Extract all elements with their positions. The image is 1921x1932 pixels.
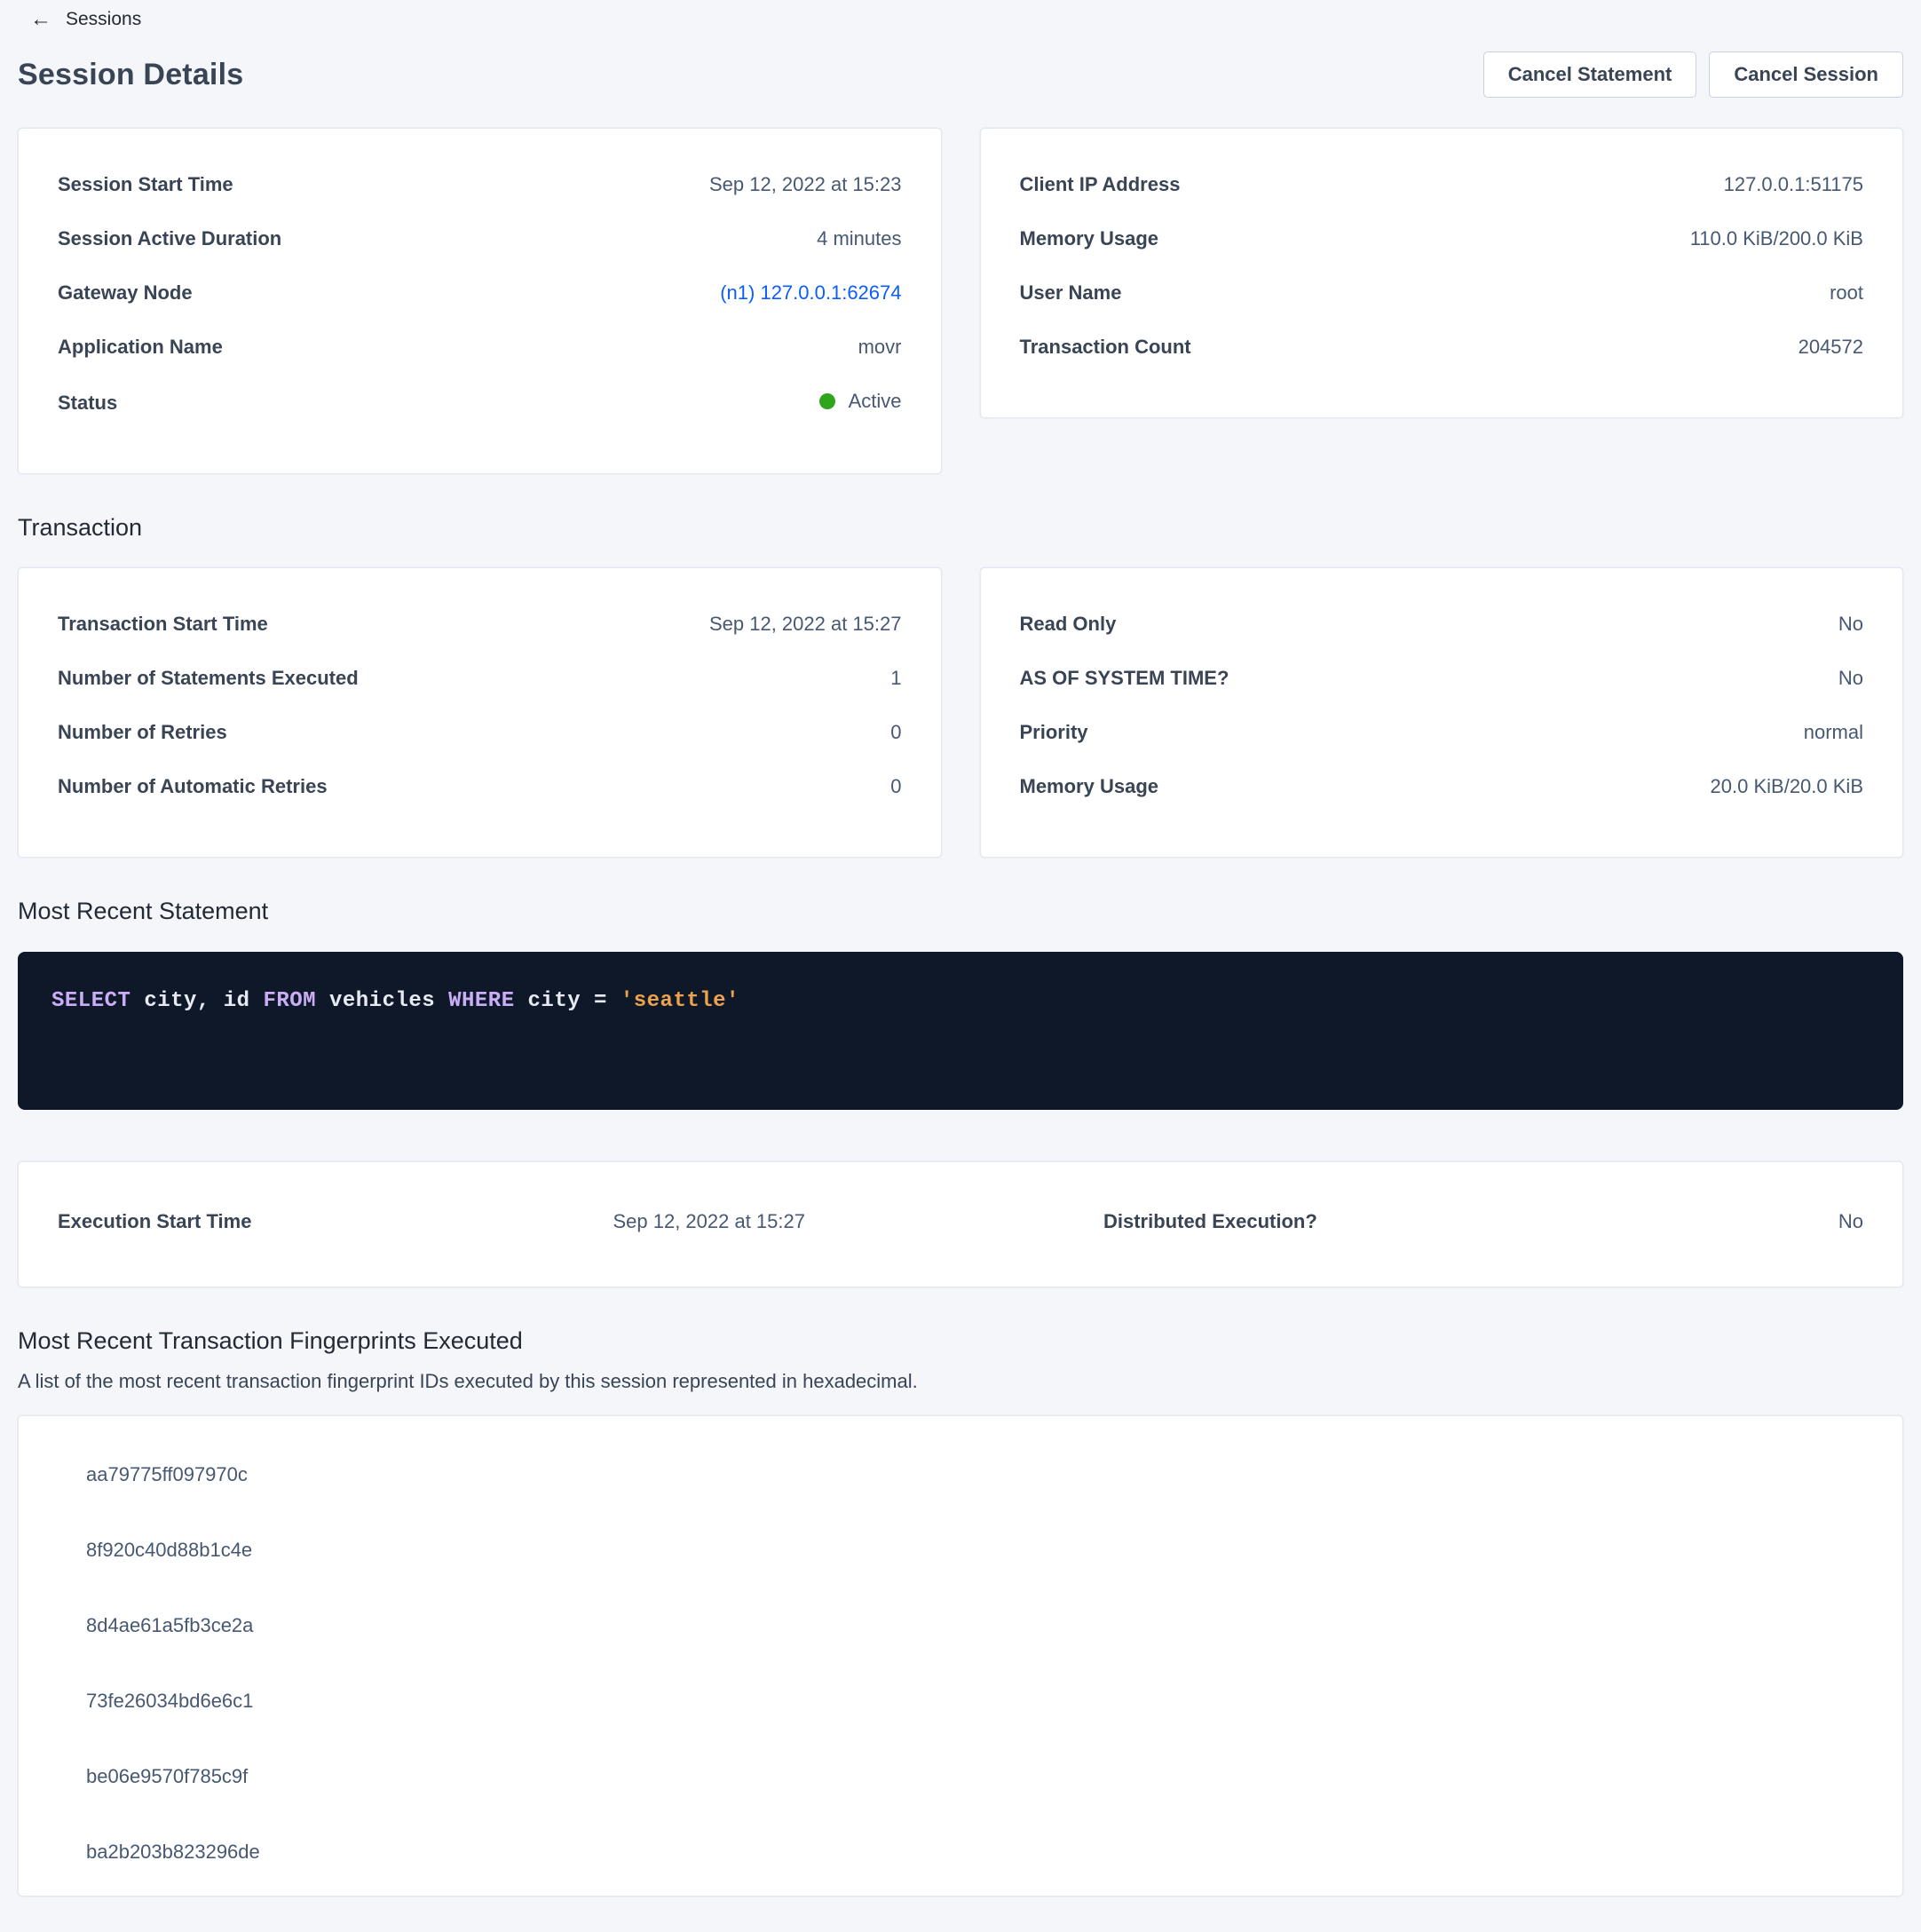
transaction-info-card: Transaction Start Time Sep 12, 2022 at 1… (18, 567, 942, 858)
detail-label: Number of Retries (58, 719, 227, 746)
fingerprint-item: ba2b203b823296de (86, 1839, 1863, 1865)
detail-value: No (1838, 1208, 1863, 1235)
detail-row-application-name: Application Name movr (58, 334, 902, 360)
detail-value: 1 (890, 665, 901, 692)
status-active-dot-icon (819, 393, 835, 409)
sql-string-literal: 'seattle' (621, 989, 739, 1013)
fingerprint-item: 8f920c40d88b1c4e (86, 1537, 1863, 1564)
sql-text: vehicles (316, 989, 448, 1013)
detail-row-status: Status Active (58, 388, 902, 416)
fingerprint-item: be06e9570f785c9f (86, 1763, 1863, 1790)
detail-value: Sep 12, 2022 at 15:27 (613, 1208, 805, 1235)
detail-value: 204572 (1798, 334, 1863, 360)
detail-label: AS OF SYSTEM TIME? (1020, 665, 1229, 692)
detail-value: root (1830, 280, 1863, 306)
back-link-label: Sessions (66, 9, 141, 30)
detail-label: Status (58, 390, 117, 416)
execution-start-time-cell: Execution Start Time Sep 12, 2022 at 15:… (58, 1208, 805, 1235)
detail-label: Transaction Start Time (58, 611, 268, 637)
client-info-card: Client IP Address 127.0.0.1:51175 Memory… (980, 128, 1904, 418)
detail-value: No (1838, 665, 1863, 692)
fingerprints-list-card: aa79775ff097970c 8f920c40d88b1c4e 8d4ae6… (18, 1415, 1903, 1896)
sql-text: city, id (130, 989, 263, 1013)
detail-label: Priority (1020, 719, 1088, 746)
detail-value: 4 minutes (817, 226, 901, 252)
distributed-execution-cell: Distributed Execution? No (805, 1208, 1863, 1235)
detail-row-transaction-start-time: Transaction Start Time Sep 12, 2022 at 1… (58, 611, 902, 637)
page-title: Session Details (18, 58, 243, 92)
sql-keyword: FROM (263, 989, 316, 1013)
detail-label: Client IP Address (1020, 171, 1181, 198)
detail-label: User Name (1020, 280, 1122, 306)
fingerprint-item: aa79775ff097970c (86, 1461, 1863, 1488)
transaction-props-card: Read Only No AS OF SYSTEM TIME? No Prior… (980, 567, 1904, 858)
detail-row-memory-usage: Memory Usage 110.0 KiB/200.0 KiB (1020, 226, 1864, 252)
detail-row-statements-executed: Number of Statements Executed 1 (58, 665, 902, 692)
fingerprint-item: 8d4ae61a5fb3ce2a (86, 1612, 1863, 1639)
page-header: Session Details Cancel Statement Cancel … (18, 51, 1903, 98)
detail-value: 110.0 KiB/200.0 KiB (1690, 226, 1863, 252)
header-actions: Cancel Statement Cancel Session (1483, 51, 1903, 98)
sql-statement-box: SELECT city, id FROM vehicles WHERE city… (18, 952, 1903, 1110)
detail-label: Memory Usage (1020, 226, 1159, 252)
detail-label: Gateway Node (58, 280, 193, 306)
detail-label: Number of Automatic Retries (58, 773, 328, 800)
fingerprints-section-heading: Most Recent Transaction Fingerprints Exe… (18, 1327, 1903, 1355)
session-details-page: ← Sessions Session Details Cancel Statem… (0, 0, 1921, 1896)
cancel-statement-button[interactable]: Cancel Statement (1483, 51, 1697, 98)
detail-value: 0 (890, 719, 901, 746)
detail-label: Session Start Time (58, 171, 233, 198)
session-info-card: Session Start Time Sep 12, 2022 at 15:23… (18, 128, 942, 474)
detail-row-client-ip: Client IP Address 127.0.0.1:51175 (1020, 171, 1864, 198)
detail-row-automatic-retries: Number of Automatic Retries 0 (58, 773, 902, 800)
detail-row-user-name: User Name root (1020, 280, 1864, 306)
sql-text: city = (515, 989, 621, 1013)
detail-row-transaction-count: Transaction Count 204572 (1020, 334, 1864, 360)
fingerprint-item: 73fe26034bd6e6c1 (86, 1688, 1863, 1714)
cancel-session-button[interactable]: Cancel Session (1709, 51, 1903, 98)
most-recent-statement-heading: Most Recent Statement (18, 898, 1903, 925)
detail-row-session-start-time: Session Start Time Sep 12, 2022 at 15:23 (58, 171, 902, 198)
detail-value: Sep 12, 2022 at 15:27 (709, 611, 902, 637)
sql-keyword: WHERE (448, 989, 515, 1013)
transaction-section-heading: Transaction (18, 514, 1903, 542)
detail-row-priority: Priority normal (1020, 719, 1864, 746)
transaction-cards: Transaction Start Time Sep 12, 2022 at 1… (18, 567, 1903, 858)
detail-row-as-of-system-time: AS OF SYSTEM TIME? No (1020, 665, 1864, 692)
detail-label: Execution Start Time (58, 1208, 251, 1235)
status-badge: Active (819, 388, 902, 415)
fingerprints-description: A list of the most recent transaction fi… (18, 1370, 1903, 1393)
detail-label: Session Active Duration (58, 226, 281, 252)
detail-row-read-only: Read Only No (1020, 611, 1864, 637)
session-summary-cards: Session Start Time Sep 12, 2022 at 15:23… (18, 128, 1903, 474)
detail-value: normal (1804, 719, 1863, 746)
back-arrow-icon: ← (30, 9, 51, 30)
detail-value: 127.0.0.1:51175 (1724, 171, 1863, 198)
detail-value: Sep 12, 2022 at 15:23 (709, 171, 902, 198)
detail-label: Transaction Count (1020, 334, 1191, 360)
gateway-node-link[interactable]: (n1) 127.0.0.1:62674 (720, 280, 901, 306)
sql-keyword: SELECT (51, 989, 130, 1013)
detail-row-txn-memory-usage: Memory Usage 20.0 KiB/20.0 KiB (1020, 773, 1864, 800)
detail-value: movr (858, 334, 902, 360)
back-to-sessions-link[interactable]: ← Sessions (18, 9, 141, 30)
status-text: Active (849, 388, 902, 415)
detail-label: Application Name (58, 334, 223, 360)
detail-value: No (1838, 611, 1863, 637)
detail-row-number-of-retries: Number of Retries 0 (58, 719, 902, 746)
execution-info-card: Execution Start Time Sep 12, 2022 at 15:… (18, 1161, 1903, 1287)
detail-label: Read Only (1020, 611, 1117, 637)
detail-label: Memory Usage (1020, 773, 1159, 800)
execution-row: Execution Start Time Sep 12, 2022 at 15:… (58, 1208, 1863, 1235)
detail-row-gateway-node: Gateway Node (n1) 127.0.0.1:62674 (58, 280, 902, 306)
detail-value: 20.0 KiB/20.0 KiB (1711, 773, 1863, 800)
detail-row-session-active-duration: Session Active Duration 4 minutes (58, 226, 902, 252)
detail-value: 0 (890, 773, 901, 800)
detail-label: Number of Statements Executed (58, 665, 359, 692)
detail-label: Distributed Execution? (1103, 1208, 1317, 1235)
